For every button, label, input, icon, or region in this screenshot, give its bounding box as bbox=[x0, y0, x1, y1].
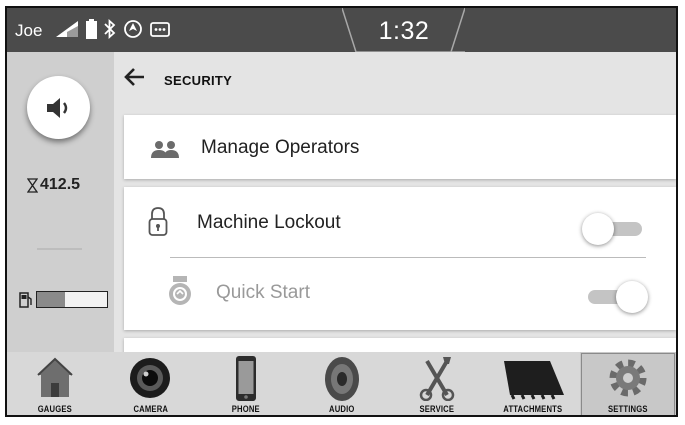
bottom-nav: GAUGES CAMERA PHONE AUDIO SERVICE ATTACH… bbox=[7, 352, 676, 415]
engine-hours-value: 412.5 bbox=[40, 176, 81, 193]
lockout-settings-card: Machine Lockout Quick Start bbox=[124, 187, 676, 330]
nav-settings[interactable]: SETTINGS bbox=[580, 352, 676, 415]
speaker-icon bbox=[46, 97, 67, 118]
manage-operators-label: Manage Operators bbox=[201, 137, 360, 158]
bluetooth-icon bbox=[104, 19, 116, 39]
fuel-level bbox=[19, 291, 108, 308]
nav-label: ATTACHMENTS bbox=[503, 404, 563, 414]
status-bar: Joe 1:32 bbox=[7, 8, 676, 52]
camera-icon bbox=[130, 358, 171, 398]
nav-label: SETTINGS bbox=[608, 404, 649, 414]
fuel-pump-icon bbox=[19, 292, 32, 308]
display-screen: Joe 1:32 412.5 SECURITY Manage Operators… bbox=[5, 6, 678, 417]
nav-service[interactable]: SERVICE bbox=[389, 352, 485, 415]
security-page: SECURITY Manage Operators Machine Lockou… bbox=[114, 52, 676, 368]
nav-attachments[interactable]: ATTACHMENTS bbox=[485, 352, 581, 415]
nav-label: SERVICE bbox=[419, 404, 455, 414]
quick-start-label: Quick Start bbox=[216, 282, 310, 303]
back-arrow-icon[interactable] bbox=[122, 64, 148, 90]
nav-label: GAUGES bbox=[37, 404, 72, 414]
status-icons bbox=[55, 19, 170, 39]
fuel-gauge-fill bbox=[37, 292, 65, 307]
nav-label: PHONE bbox=[231, 404, 260, 414]
row-divider bbox=[170, 257, 646, 258]
page-title: SECURITY bbox=[164, 73, 233, 88]
nav-label: AUDIO bbox=[328, 404, 355, 414]
toggle-knob bbox=[582, 213, 614, 245]
signal-icon bbox=[56, 21, 78, 37]
quick-start-icon bbox=[169, 276, 191, 305]
gauges-icon bbox=[37, 357, 73, 397]
fuel-gauge bbox=[36, 291, 108, 308]
message-icon bbox=[150, 21, 170, 37]
hourglass-icon bbox=[27, 177, 38, 193]
toggle-knob bbox=[616, 281, 648, 313]
machine-lockout-label: Machine Lockout bbox=[197, 212, 341, 233]
nav-audio[interactable]: AUDIO bbox=[294, 352, 390, 415]
phone-icon bbox=[235, 356, 256, 401]
quick-start-toggle[interactable] bbox=[582, 280, 648, 314]
nav-camera[interactable]: CAMERA bbox=[103, 352, 199, 415]
manage-operators-row[interactable]: Manage Operators bbox=[124, 115, 676, 179]
battery-icon bbox=[86, 19, 97, 39]
nav-label: CAMERA bbox=[133, 404, 168, 414]
clock-time: 1:32 bbox=[378, 17, 430, 45]
rail-divider bbox=[37, 248, 82, 250]
engine-hours: 412.5 bbox=[27, 176, 80, 194]
attachments-icon bbox=[503, 361, 564, 400]
operators-icon bbox=[151, 141, 179, 158]
settings-icon bbox=[609, 359, 647, 397]
service-icon bbox=[419, 357, 455, 401]
audio-icon bbox=[324, 357, 359, 401]
left-rail: 412.5 bbox=[7, 52, 114, 352]
gps-icon bbox=[124, 20, 142, 38]
volume-button[interactable] bbox=[27, 76, 90, 139]
machine-lockout-toggle[interactable] bbox=[582, 212, 648, 246]
padlock-icon bbox=[148, 207, 168, 236]
operator-name: Joe bbox=[15, 21, 43, 40]
nav-phone[interactable]: PHONE bbox=[198, 352, 294, 415]
nav-gauges[interactable]: GAUGES bbox=[7, 352, 103, 415]
